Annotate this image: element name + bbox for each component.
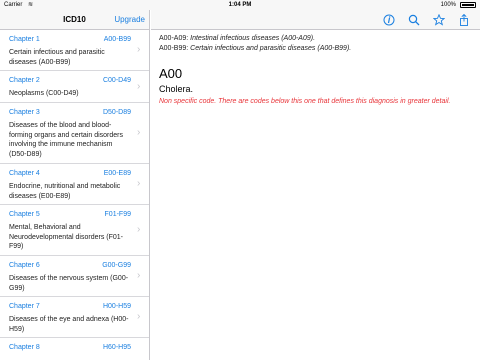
- chapter-range: A00-B99: [103, 36, 131, 43]
- star-icon[interactable]: [433, 14, 445, 26]
- chapter-description: Mental, Behavioral and Neurodevelopmenta…: [9, 224, 123, 250]
- sidebar-header: ICD10 Upgrade: [0, 10, 149, 30]
- detail-toolbar: [151, 10, 480, 30]
- chapter-description: Endocrine, nutritional and metabolic dis…: [9, 183, 121, 200]
- chapter-label: Chapter 3: [9, 109, 40, 116]
- chapter-description: Diseases of the blood and blood-forming …: [9, 122, 124, 158]
- chapter-item[interactable]: Chapter 5 F01-F99 Mental, Behavioral and …: [0, 205, 149, 256]
- code-title: A00: [159, 66, 183, 81]
- chapter-range: F01-F99: [104, 211, 131, 218]
- chapter-range: C00-D49: [102, 77, 131, 84]
- chapter-range: G00-G99: [102, 262, 131, 269]
- battery-icon: [460, 2, 476, 8]
- hierarchy-line[interactable]: A00-A09: Intestinal infectious diseases …: [159, 34, 472, 44]
- chapter-list: Chapter 1 A00-B99 Certain infectious and …: [0, 30, 149, 360]
- info-icon[interactable]: [383, 14, 395, 26]
- chapter-description: Neoplasms (C00-D49): [9, 90, 79, 97]
- chapter-description: Diseases of the eye and adnexa (H00-H59): [9, 316, 129, 333]
- search-icon[interactable]: [408, 14, 420, 26]
- code-description: Cholera.: [159, 84, 194, 94]
- chevron-right-icon: ›: [137, 80, 141, 92]
- chapter-label: Chapter 2: [9, 77, 40, 84]
- chapter-label: Chapter 6: [9, 262, 40, 269]
- chapter-range: D50-D89: [102, 109, 131, 116]
- chapter-sidebar: ICD10 Upgrade Chapter 1 A00-B99 Certain i…: [0, 10, 150, 360]
- chapter-range: H00-H59: [102, 303, 131, 310]
- clock: 1:04 PM: [228, 2, 252, 8]
- chapter-item[interactable]: Chapter 3 D50-D89 Diseases of the blood a…: [0, 103, 149, 164]
- chapter-item[interactable]: Chapter 6 G00-G99 Diseases of the nervous…: [0, 256, 149, 297]
- chevron-right-icon: ›: [137, 224, 141, 235]
- hierarchy-code: A00-B99:: [159, 45, 189, 52]
- chapter-item[interactable]: Chapter 2 C00-D49 Neoplasms (C00-D49) ›: [0, 71, 149, 103]
- hierarchy-line[interactable]: A00-B99: Certain infectious and parasiti…: [159, 44, 472, 54]
- chapter-range: H60-H95: [102, 344, 131, 351]
- chevron-right-icon: ›: [137, 270, 141, 281]
- non-specific-note: Non specific code. There are codes below…: [159, 98, 451, 105]
- chapter-item[interactable]: Chapter 8 H60-H95: [0, 338, 149, 360]
- chevron-right-icon: ›: [137, 178, 141, 189]
- status-bar: Carrier ≋ 1:04 PM 100%: [0, 0, 480, 10]
- chapter-item[interactable]: Chapter 4 E00-E89 Endocrine, nutritional …: [0, 164, 149, 205]
- chapter-description: Diseases of the nervous system (G00-G99): [9, 275, 129, 292]
- chapter-item[interactable]: Chapter 1 A00-B99 Certain infectious and …: [0, 30, 149, 71]
- chapter-label: Chapter 7: [9, 303, 40, 310]
- chevron-right-icon: ›: [137, 127, 141, 138]
- chapter-label: Chapter 1: [9, 36, 40, 43]
- hierarchy-name: Intestinal infectious diseases (A00-A09)…: [190, 35, 316, 42]
- hierarchy-code: A00-A09:: [159, 35, 189, 42]
- chapter-label: Chapter 8: [9, 344, 40, 351]
- share-icon[interactable]: [458, 14, 470, 26]
- battery-percentage: 100%: [440, 2, 456, 8]
- chapter-range: E00-E89: [103, 170, 131, 177]
- chapter-label: Chapter 4: [9, 170, 40, 177]
- chapter-description: Certain infectious and parasitic disease…: [9, 49, 105, 66]
- chevron-right-icon: ›: [137, 44, 141, 55]
- hierarchy-name: Certain infectious and parasitic disease…: [190, 45, 352, 52]
- upgrade-button[interactable]: Upgrade: [114, 15, 145, 24]
- chevron-right-icon: ›: [137, 311, 141, 322]
- chapter-item[interactable]: Chapter 7 H00-H59 Diseases of the eye and…: [0, 297, 149, 338]
- chapter-label: Chapter 5: [9, 211, 40, 218]
- code-detail-pane: A00-A09: Intestinal infectious diseases …: [151, 31, 480, 360]
